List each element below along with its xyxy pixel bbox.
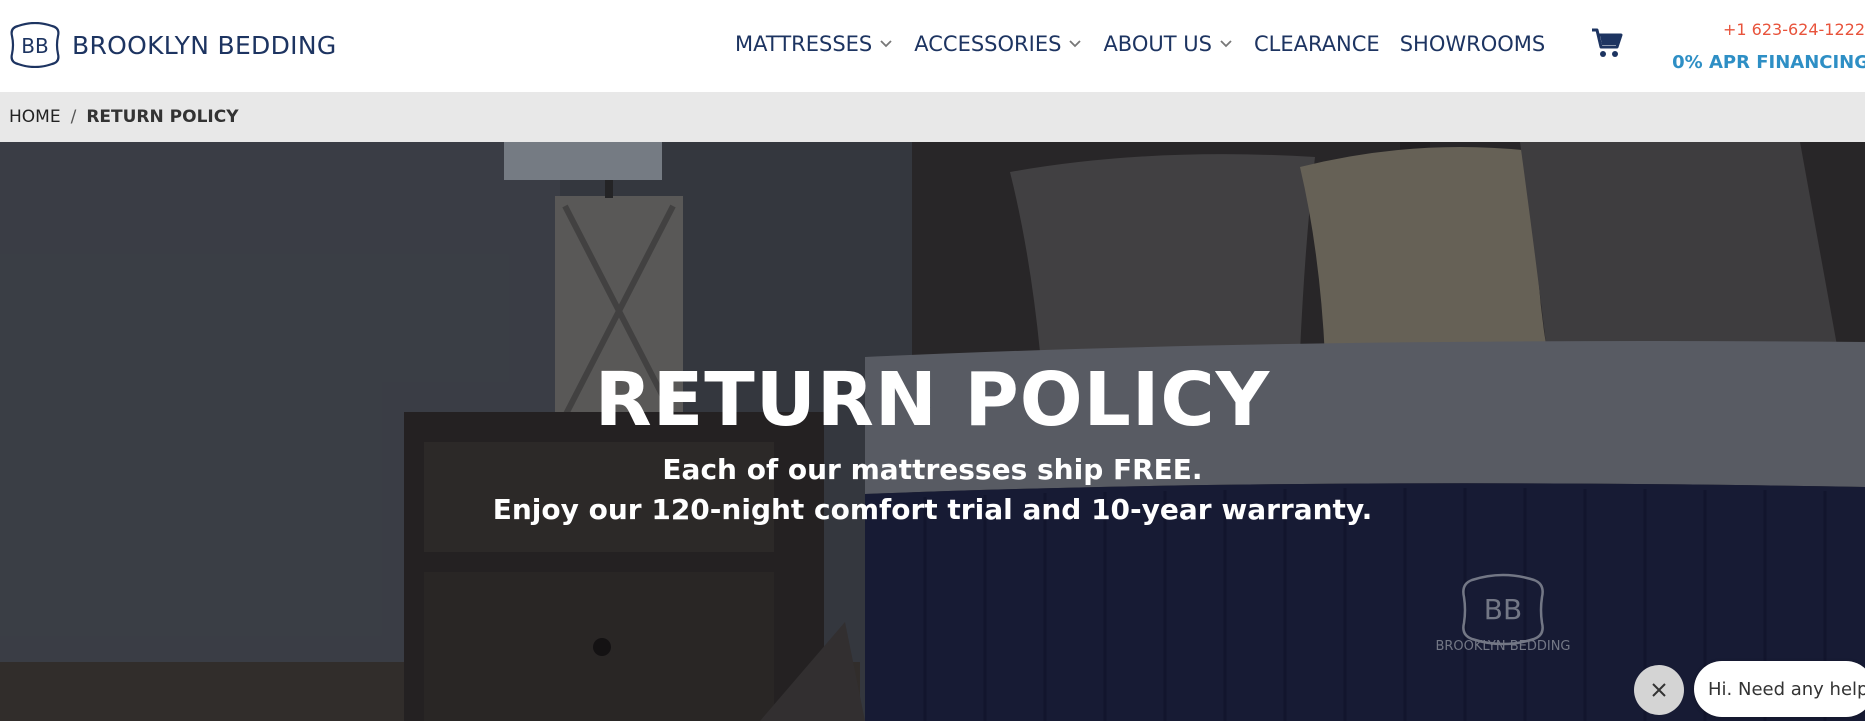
chevron-down-icon	[1220, 40, 1232, 48]
brand-logo[interactable]: BB BROOKLYN BEDDING	[8, 22, 337, 68]
chat-prompt: Hi. Need any help?	[1708, 678, 1865, 700]
breadcrumb-current: RETURN POLICY	[86, 107, 239, 127]
contact-block: +1 623-624-1222 0% APR FINANCING	[1672, 20, 1865, 73]
breadcrumb-home[interactable]: HOME	[9, 107, 61, 127]
site-header: BB BROOKLYN BEDDING MATTRESSES ACCESSORI…	[0, 0, 1865, 92]
chat-help-bubble[interactable]: Hi. Need any help?	[1694, 661, 1865, 717]
nav-accessories[interactable]: ACCESSORIES	[914, 32, 1083, 56]
breadcrumb-separator: /	[70, 107, 77, 127]
nav-mattresses[interactable]: MATTRESSES	[735, 32, 894, 56]
main-nav: MATTRESSES ACCESSORIES ABOUT US CLEARANC…	[735, 26, 1565, 62]
chevron-down-icon	[1069, 40, 1082, 48]
hero-banner: BB BROOKLYN BEDDING RETURN POLICY Each o…	[0, 142, 1865, 721]
financing-link[interactable]: 0% APR FINANCING	[1672, 52, 1865, 73]
nav-mattresses-label: MATTRESSES	[735, 32, 873, 56]
nav-showrooms-label: SHOWROOMS	[1399, 32, 1546, 56]
logo-mark-text: BB	[21, 34, 48, 58]
hero-title: RETURN POLICY	[594, 357, 1271, 443]
chat-close-button[interactable]	[1634, 665, 1684, 715]
nav-showrooms[interactable]: SHOWROOMS	[1400, 32, 1546, 56]
breadcrumb: HOME / RETURN POLICY	[0, 92, 1865, 142]
phone-link[interactable]: +1 623-624-1222	[1672, 20, 1865, 39]
nav-accessories-label: ACCESSORIES	[914, 32, 1062, 56]
bb-logo-icon: BB	[10, 22, 60, 68]
nav-clearance[interactable]: CLEARANCE	[1254, 32, 1380, 56]
brand-name: BROOKLYN BEDDING	[72, 30, 337, 60]
nav-about-us-label: ABOUT US	[1103, 32, 1212, 56]
close-icon	[1652, 683, 1666, 697]
chevron-down-icon	[880, 40, 892, 48]
hero-subtitle-line2: Enjoy our 120-night comfort trial and 10…	[492, 493, 1373, 526]
cart-icon[interactable]	[1590, 26, 1624, 60]
nav-clearance-label: CLEARANCE	[1253, 32, 1380, 56]
hero-subtitle-line1: Each of our mattresses ship FREE.	[662, 453, 1203, 486]
nav-about-us[interactable]: ABOUT US	[1103, 32, 1234, 56]
